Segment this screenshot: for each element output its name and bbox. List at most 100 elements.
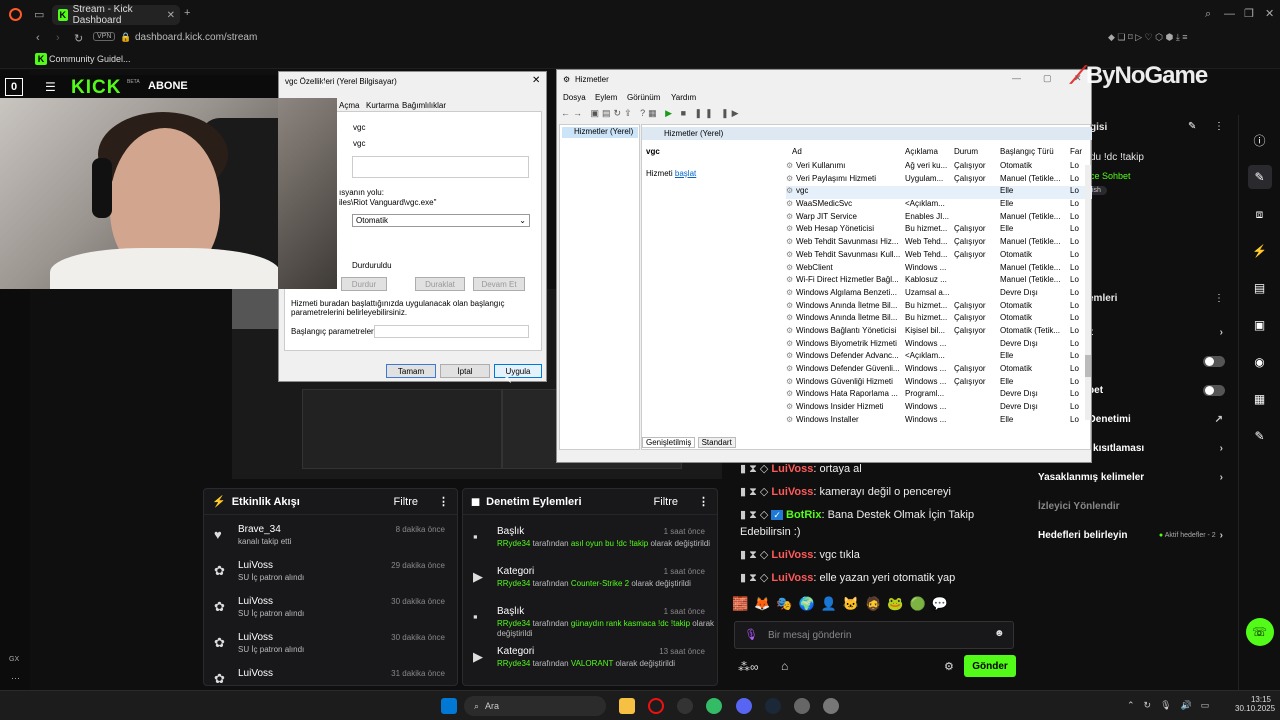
stop-service-icon[interactable]: ■ xyxy=(681,108,689,118)
discord-icon[interactable] xyxy=(736,698,752,714)
restart-service-icon[interactable]: ❚▶ xyxy=(721,108,741,118)
mod-actions-icon[interactable]: ▮ ⧗ ◇ xyxy=(740,509,771,521)
scroll-thumb[interactable] xyxy=(1085,355,1091,377)
tab-list-icon[interactable]: ▭ xyxy=(34,8,44,21)
more-icon[interactable]: ⋯ xyxy=(11,673,20,684)
tab-recovery-partial[interactable]: Açma xyxy=(339,101,359,110)
start-service-icon[interactable]: ▶ xyxy=(665,108,675,118)
kick-logo[interactable]: KICK xyxy=(71,77,121,99)
tree-item-services[interactable]: Hizmetler (Yerel) xyxy=(562,127,638,138)
taskbar-search[interactable]: ⌕ Ara xyxy=(464,696,606,716)
vpn-badge[interactable]: VPN xyxy=(93,32,116,41)
service-row[interactable]: ⚙ Windows Defender Güvenli... Windows ... Ç… xyxy=(786,364,1092,377)
service-row[interactable]: ⚙ WaaSMedicSvc <Açıklam... Elle Lo xyxy=(786,199,1092,212)
chat-username[interactable]: BotRix xyxy=(786,509,821,521)
new-tab-icon[interactable]: + xyxy=(184,7,190,19)
chat-username[interactable]: LuiVoss xyxy=(771,463,813,475)
tab-standard[interactable]: Standart xyxy=(697,437,736,448)
toggle-switch[interactable] xyxy=(1203,356,1225,367)
chat-settings-gear-icon[interactable]: ⚙ xyxy=(944,660,954,673)
mod-actions-icon[interactable]: ▮ ⧗ ◇ xyxy=(740,486,771,498)
services-minimize-icon[interactable]: — xyxy=(1012,73,1021,83)
pencil-icon[interactable]: ✎ xyxy=(1247,165,1272,189)
kick-menu-logo-icon[interactable]: 0 xyxy=(5,78,23,96)
col-durum[interactable]: Durum xyxy=(954,147,1000,159)
service-row[interactable]: ⚙ Windows Defender Advanc... <Açıklam... El… xyxy=(786,351,1092,364)
opera-gx-taskbar-icon[interactable] xyxy=(648,698,664,714)
description-box[interactable] xyxy=(352,156,529,178)
chat-input-placeholder[interactable]: Bir mesaj gönderin xyxy=(768,630,851,641)
close-tab-icon[interactable]: ✕ xyxy=(167,10,175,21)
tab-kurtarma[interactable]: Kurtarma xyxy=(366,101,399,110)
settings-more-icon[interactable]: ⋮ xyxy=(1214,121,1224,132)
send-button[interactable]: Gönder xyxy=(964,655,1016,677)
service-row[interactable]: ⚙ Windows Insider Hizmeti Windows ... Devre… xyxy=(786,402,1092,415)
system-tray-icons[interactable]: ⌃↻🎙🔊▭ xyxy=(1127,700,1218,711)
toggle-switch[interactable] xyxy=(1203,385,1225,396)
search-icon[interactable]: ⌕ xyxy=(1205,8,1211,21)
restore-icon[interactable]: ❐ xyxy=(1244,7,1254,20)
mod-actions-icon[interactable]: ▮ ⧗ ◇ xyxy=(740,572,771,584)
opera-gx-icon[interactable] xyxy=(9,8,22,21)
params-input[interactable] xyxy=(374,325,529,338)
col-ad[interactable]: Ad xyxy=(786,147,905,159)
broadcast-icon[interactable]: ◉ xyxy=(1248,350,1272,374)
chat-username[interactable]: LuiVoss xyxy=(771,549,813,561)
forward-arrow-icon[interactable]: → xyxy=(573,108,585,118)
back-icon[interactable]: ‹ xyxy=(36,32,40,44)
chat-username[interactable]: LuiVoss xyxy=(771,486,813,498)
info-icon[interactable]: ⓘ xyxy=(1248,128,1272,152)
chat-settings-more-icon[interactable]: ⋮ xyxy=(1214,293,1224,304)
pause-button[interactable]: Duraklat xyxy=(415,277,465,291)
clock[interactable]: 13:15 30.10.2025 xyxy=(1235,695,1275,713)
url-text[interactable]: dashboard.kick.com/stream xyxy=(135,32,257,43)
service-row[interactable]: ⚙ Windows Biyometrik Hizmeti Windows ... De… xyxy=(786,339,1092,352)
settings-icon[interactable] xyxy=(794,698,810,714)
tab-stream[interactable]: K Stream - Kick Dashboard ✕ xyxy=(52,4,180,26)
chat-input-box[interactable]: 🎙 Bir mesaj gönderin ☻ xyxy=(734,621,1014,649)
service-row[interactable]: ⚙ Web Hesap Yöneticisi Bu hizmet... Çalışıy… xyxy=(786,224,1092,237)
gx-icon[interactable]: GX xyxy=(9,656,19,663)
windows-start-icon[interactable] xyxy=(441,698,457,714)
clip-icon[interactable]: ⧈ xyxy=(1248,202,1272,226)
activity-filter-button[interactable]: Filtre xyxy=(394,496,418,508)
chat-username[interactable]: LuiVoss xyxy=(771,572,813,584)
pause-service-icon[interactable]: ❚❚ xyxy=(695,108,716,118)
forward-icon[interactable]: › xyxy=(56,32,60,44)
mic-icon[interactable]: 🎙 xyxy=(744,628,758,641)
resume-button[interactable]: Devam Et xyxy=(473,277,525,291)
settings-item[interactable]: Hedefleri belirleyin ● Aktif hedefler - 2… xyxy=(1030,521,1235,550)
service-row[interactable]: ⚙ Windows Anında İletme Bil... Bu hizmet..… xyxy=(786,301,1092,314)
moderation-user[interactable]: RRyde34 xyxy=(497,619,530,628)
start-service-link[interactable]: başlat xyxy=(675,169,696,178)
service-row[interactable]: ⚙ Veri Kullanımı Ağ veri ku... Çalışıyor Oto… xyxy=(786,161,1092,174)
col-baslangic[interactable]: Başlangıç Türü xyxy=(1000,147,1070,159)
service-row[interactable]: ⚙ Windows Hata Raporlama ... Programl... De… xyxy=(786,389,1092,402)
service-row[interactable]: ⚙ Web Tehdit Savunması Kull... Web Tehd...… xyxy=(786,250,1092,263)
document-icon[interactable]: ▤ xyxy=(1248,276,1272,300)
services-toolbar[interactable]: ←→ ▣▤↻⇪ ?▦ ▶ ■ ❚❚ ❚▶ xyxy=(561,108,742,119)
reload-icon[interactable]: ↻ xyxy=(74,32,83,45)
ok-button[interactable]: Tamam xyxy=(386,364,436,378)
menu-dosya[interactable]: Dosya xyxy=(563,93,586,102)
service-row[interactable]: ⚙ vgc Elle Lo xyxy=(786,186,1092,200)
extension-icon[interactable]: ◆ ❏ ⌑ ▷ ♡ ⬡ ⬢ ⤓ ≡ xyxy=(1108,32,1188,43)
lightning-icon[interactable]: ⚡ xyxy=(1248,239,1272,263)
points-icon[interactable]: ⁂∞ xyxy=(738,660,759,674)
cancel-button[interactable]: İptal xyxy=(440,364,490,378)
back-arrow-icon[interactable]: ← xyxy=(561,108,573,118)
moderation-user[interactable]: RRyde34 xyxy=(497,539,530,548)
layout-icon[interactable]: ▦ xyxy=(1248,387,1272,411)
close-window-icon[interactable]: ✕ xyxy=(1265,7,1274,20)
moderation-filter-button[interactable]: Filtre xyxy=(654,496,678,508)
services-scrollbar[interactable] xyxy=(1085,165,1091,420)
services-maximize-icon[interactable]: ▢ xyxy=(1043,73,1052,84)
menu-yardim[interactable]: Yardım xyxy=(671,93,696,102)
minimize-icon[interactable]: — xyxy=(1224,8,1235,20)
service-row[interactable]: ⚙ Windows Bağlantı Yöneticisi Kişisel bil.… xyxy=(786,326,1092,339)
menu-gorunum[interactable]: Görünüm xyxy=(627,93,660,102)
emoji-icon[interactable]: ☻ xyxy=(994,628,1005,639)
bookmark-community[interactable]: Community Guidel... xyxy=(49,54,131,64)
service-row[interactable]: ⚙ Windows Algılama Benzeti... Uzamsal a...… xyxy=(786,288,1092,301)
edit-icon[interactable]: ✎ xyxy=(1188,121,1196,132)
